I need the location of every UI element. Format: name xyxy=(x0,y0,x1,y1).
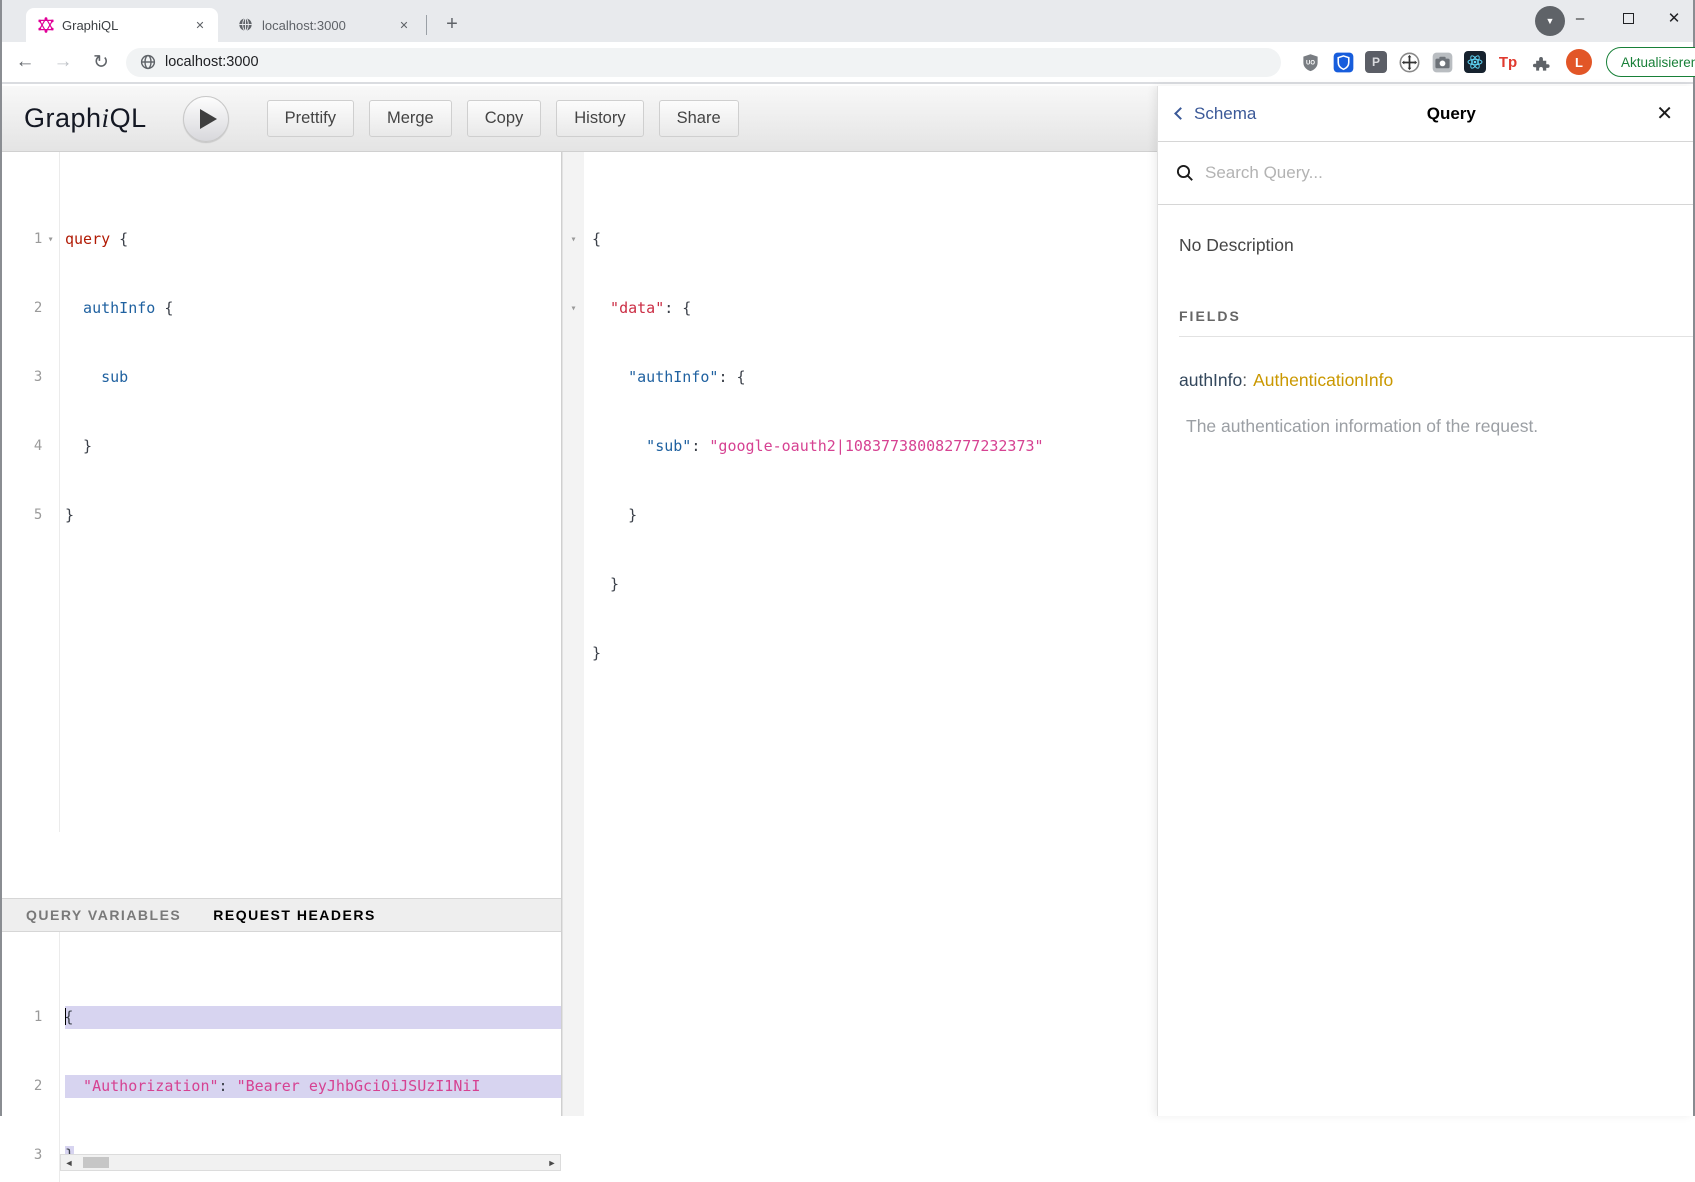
maximize-icon xyxy=(1623,13,1634,24)
request-headers-editor[interactable]: 1 2 3 { "Authorization": "Bearer eyJhbGc… xyxy=(2,932,561,1182)
query-editor[interactable]: 1▾ 2 3 4 5 query { authInfo { sub } } xyxy=(2,152,561,832)
chevron-down-icon: ▼ xyxy=(1546,16,1555,26)
tab-localhost[interactable]: localhost:3000 ✕ xyxy=(226,8,422,42)
window-close-button[interactable]: ✕ xyxy=(1651,0,1695,36)
profile-avatar[interactable]: L xyxy=(1566,49,1592,75)
svg-text:UO: UO xyxy=(1306,60,1315,66)
graphiql-favicon-icon xyxy=(38,17,54,33)
execute-query-button[interactable] xyxy=(183,96,229,142)
graphiql-toolbar: GraphiQL Prettify Merge Copy History Sha… xyxy=(2,86,1157,152)
field-description: The authentication information of the re… xyxy=(1179,416,1693,437)
scroll-right-arrow-icon[interactable]: ► xyxy=(544,1158,560,1168)
site-info-globe-icon[interactable] xyxy=(140,54,156,70)
bitwarden-shield-icon[interactable] xyxy=(1332,51,1354,73)
move-crosshair-icon[interactable] xyxy=(1398,51,1420,73)
query-editor-gutter: 1▾ 2 3 4 5 xyxy=(2,152,60,832)
doc-back-link[interactable]: Schema xyxy=(1176,104,1256,124)
play-icon xyxy=(200,109,217,129)
react-devtools-icon[interactable] xyxy=(1464,51,1486,73)
fields-heading: FIELDS xyxy=(1179,308,1693,337)
type-name-link[interactable]: AuthenticationInfo xyxy=(1253,370,1393,390)
camera-icon[interactable] xyxy=(1431,51,1453,73)
tp-extension-icon[interactable]: Tp xyxy=(1497,51,1519,73)
extensions-puzzle-icon[interactable] xyxy=(1530,51,1552,73)
no-description-text: No Description xyxy=(1179,235,1693,256)
headers-code[interactable]: { "Authorization": "Bearer eyJhbGciOiJSU… xyxy=(60,932,561,1182)
tab-separator xyxy=(426,15,427,35)
scroll-left-arrow-icon[interactable]: ◄ xyxy=(61,1158,77,1168)
result-json: { "data": { "authInfo": { "sub": "google… xyxy=(584,152,1157,1116)
headers-horizontal-scrollbar[interactable]: ◄ ► xyxy=(60,1154,561,1171)
left-column: 1▾ 2 3 4 5 query { authInfo { sub } } QU… xyxy=(2,152,562,1116)
fold-arrow-icon[interactable]: ▾ xyxy=(42,228,59,251)
fold-arrow-icon[interactable]: ▾ xyxy=(570,228,576,251)
scrollbar-track[interactable] xyxy=(77,1155,544,1170)
share-button[interactable]: Share xyxy=(659,100,739,137)
p-extension-icon[interactable]: P xyxy=(1365,51,1387,73)
ublock-shield-icon[interactable]: UO xyxy=(1299,51,1321,73)
tab-graphiql[interactable]: GraphiQL ✕ xyxy=(26,8,218,42)
forward-button[interactable]: → xyxy=(48,47,78,77)
browser-tab-strip: GraphiQL ✕ localhost:3000 ✕ + ▼ – ✕ xyxy=(2,0,1693,42)
doc-close-icon[interactable]: ✕ xyxy=(1656,101,1673,126)
tab-title: GraphiQL xyxy=(62,18,182,33)
tab-request-headers[interactable]: REQUEST HEADERS xyxy=(213,907,376,923)
query-code[interactable]: query { authInfo { sub } } xyxy=(60,152,561,832)
window-minimize-button[interactable]: – xyxy=(1557,0,1603,36)
doc-explorer-header: Schema Query ✕ xyxy=(1158,86,1693,142)
doc-title: Query xyxy=(1256,104,1646,124)
new-tab-button[interactable]: + xyxy=(438,10,466,38)
secondary-editor-tabbar: QUERY VARIABLES REQUEST HEADERS xyxy=(2,898,561,932)
update-chrome-button[interactable]: Aktualisieren ⋮ xyxy=(1606,47,1695,77)
doc-back-label: Schema xyxy=(1194,104,1256,124)
fold-arrow-icon[interactable]: ▾ xyxy=(570,297,576,320)
prettify-button[interactable]: Prettify xyxy=(267,100,354,137)
address-bar[interactable]: localhost:3000 xyxy=(126,48,1281,77)
back-button[interactable]: ← xyxy=(10,47,40,77)
doc-search-row xyxy=(1158,142,1693,205)
result-fold-gutter: ▾ ▾ xyxy=(562,152,584,1116)
scrollbar-thumb[interactable] xyxy=(83,1157,109,1168)
reload-button[interactable]: ↻ xyxy=(86,47,116,77)
extensions-area: UO P xyxy=(1299,51,1552,73)
history-button[interactable]: History xyxy=(556,100,643,137)
globe-icon xyxy=(238,17,254,33)
result-pane: ▾ ▾ { "data": { "authInfo": { "sub": "go… xyxy=(562,152,1157,1116)
url-text: localhost:3000 xyxy=(165,54,259,70)
graphiql-app: GraphiQL Prettify Merge Copy History Sha… xyxy=(2,86,1693,1116)
graphiql-logo: GraphiQL xyxy=(24,103,147,134)
tab-close-icon[interactable]: ✕ xyxy=(396,17,412,33)
merge-button[interactable]: Merge xyxy=(369,100,452,137)
field-row: authInfo:AuthenticationInfo xyxy=(1179,370,1693,391)
copy-button[interactable]: Copy xyxy=(467,100,542,137)
update-label: Aktualisieren xyxy=(1621,55,1695,70)
doc-explorer-panel: Schema Query ✕ No Description FIELDS aut… xyxy=(1157,86,1693,1116)
doc-body: No Description FIELDS authInfo:Authentic… xyxy=(1158,205,1693,437)
browser-toolbar: ← → ↻ localhost:3000 UO P xyxy=(2,42,1693,84)
search-icon xyxy=(1176,164,1194,182)
chevron-left-icon xyxy=(1174,107,1187,120)
headers-editor-gutter: 1 2 3 xyxy=(2,932,60,1182)
window-maximize-button[interactable] xyxy=(1605,0,1651,36)
doc-search-input[interactable] xyxy=(1205,163,1605,183)
tab-query-variables[interactable]: QUERY VARIABLES xyxy=(26,907,181,923)
field-name-link[interactable]: authInfo xyxy=(1179,370,1242,390)
tab-close-icon[interactable]: ✕ xyxy=(192,17,208,33)
tab-title: localhost:3000 xyxy=(262,18,386,33)
